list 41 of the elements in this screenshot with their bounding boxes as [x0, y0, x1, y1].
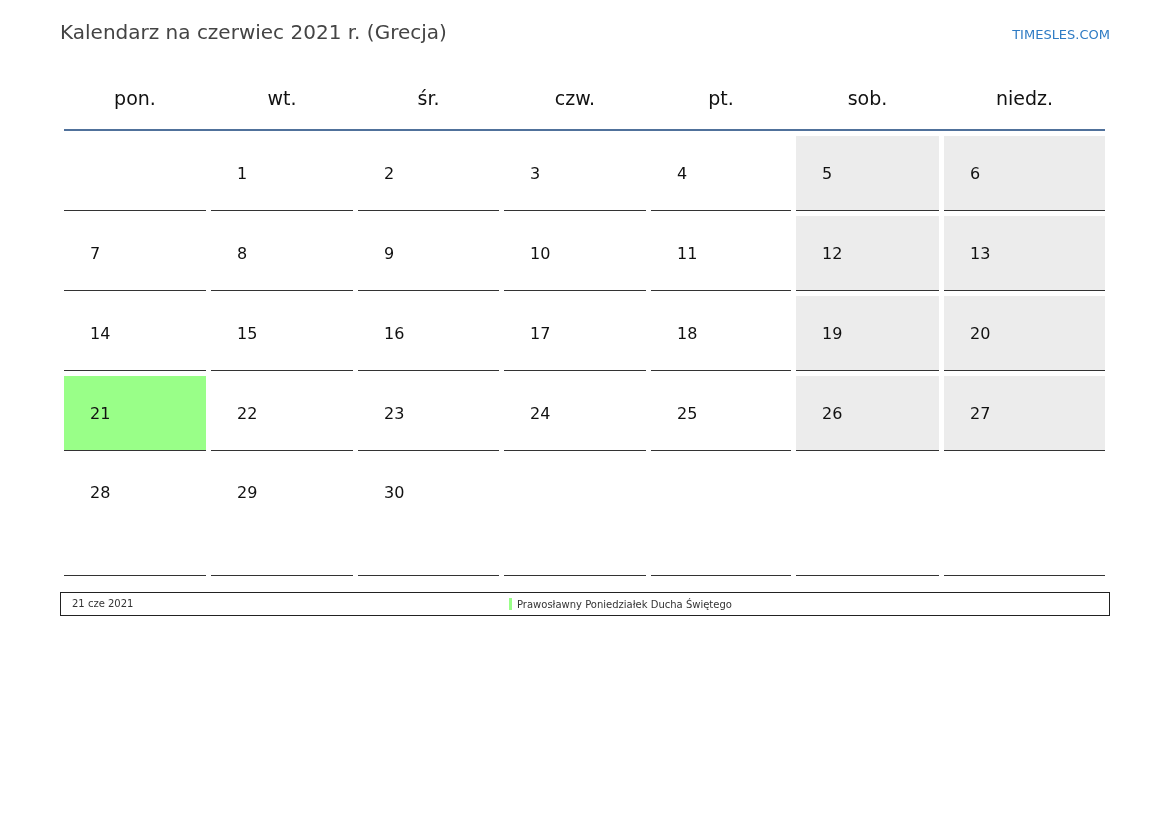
- day-number: 21: [90, 403, 111, 423]
- day-number: 1: [237, 163, 248, 183]
- weekday-header: pon.: [113, 86, 157, 111]
- day-number: 23: [384, 403, 405, 423]
- day-number: 4: [677, 163, 688, 183]
- day-number: 11: [677, 243, 698, 263]
- day-number: 19: [822, 323, 843, 343]
- day-number: 25: [677, 403, 698, 423]
- day-number: 9: [384, 243, 395, 263]
- day-number: 16: [384, 323, 405, 343]
- weekday-header: niedz.: [994, 86, 1055, 111]
- page-title: Kalendarz na czerwiec 2021 r. (Grecja): [60, 20, 447, 44]
- day-number: 14: [90, 323, 111, 343]
- day-number: 28: [90, 483, 111, 502]
- day-number: 27: [970, 403, 991, 423]
- day-number: 5: [822, 163, 833, 183]
- day-number: 13: [970, 243, 991, 263]
- day-number: 18: [677, 323, 698, 343]
- holiday-date: 21 cze 2021: [72, 598, 135, 610]
- day-number: 17: [530, 323, 551, 343]
- day-number: 30: [384, 483, 405, 502]
- weekday-header: wt.: [266, 86, 298, 111]
- day-number: 22: [237, 403, 258, 423]
- day-number: 2: [384, 163, 395, 183]
- day-number: 29: [237, 483, 258, 502]
- weekday-header: śr.: [416, 86, 441, 111]
- day-number: 6: [970, 163, 981, 183]
- day-number: 12: [822, 243, 843, 263]
- day-number: 15: [237, 323, 258, 343]
- day-number: 3: [530, 163, 541, 183]
- day-number: 7: [90, 243, 101, 263]
- day-number: 10: [530, 243, 551, 263]
- weekday-header: pt.: [707, 86, 735, 111]
- weekday-header: czw.: [553, 86, 597, 111]
- holiday-name: Prawosławny Poniedziałek Ducha Świętego: [517, 598, 732, 610]
- weekday-header: sob.: [846, 86, 889, 111]
- day-number: 24: [530, 403, 551, 423]
- site-link[interactable]: TIMESLES.COM: [1012, 27, 1110, 42]
- day-number: 8: [237, 243, 248, 263]
- day-number: 20: [970, 323, 991, 343]
- day-number: 26: [822, 403, 843, 423]
